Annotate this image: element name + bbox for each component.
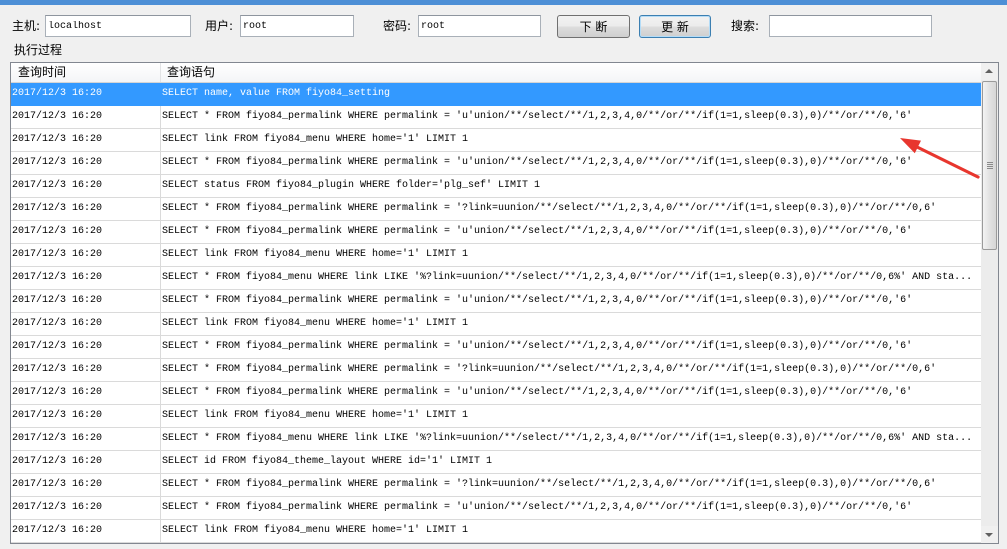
password-label: 密码: <box>383 19 412 33</box>
column-header-query[interactable]: 查询语句 <box>161 63 981 82</box>
query-time-cell: 2017/12/3 16:20 <box>11 267 161 289</box>
window-title-bar[interactable] <box>0 0 1007 5</box>
user-label: 用户: <box>205 19 234 33</box>
query-time-cell: 2017/12/3 16:20 <box>11 221 161 243</box>
query-time-cell: 2017/12/3 16:20 <box>11 152 161 174</box>
query-time-cell: 2017/12/3 16:20 <box>11 382 161 404</box>
query-time-cell: 2017/12/3 16:20 <box>11 405 161 427</box>
query-row[interactable]: 2017/12/3 16:20 SELECT * FROM fiyo84_perm… <box>11 474 981 497</box>
scroll-down-button[interactable] <box>981 526 998 543</box>
user-input[interactable] <box>240 15 354 37</box>
query-text-cell: SELECT * FROM fiyo84_permalink WHERE per… <box>162 387 913 398</box>
break-button[interactable]: 下 断 <box>557 15 630 38</box>
list-header: 查询时间 查询语句 <box>11 63 981 83</box>
query-row[interactable]: 2017/12/3 16:20 SELECT * FROM fiyo84_perm… <box>11 290 981 313</box>
query-time-cell: 2017/12/3 16:20 <box>11 313 161 335</box>
query-row[interactable]: 2017/12/3 16:20 SELECT * FROM fiyo84_perm… <box>11 221 981 244</box>
query-text-cell: SELECT id FROM fiyo84_theme_layout WHERE… <box>162 456 493 467</box>
vertical-scrollbar[interactable] <box>981 63 998 543</box>
host-label: 主机: <box>12 19 41 33</box>
query-row[interactable]: 2017/12/3 16:20 SELECT id FROM fiyo84_the… <box>11 451 981 474</box>
scrollbar-thumb[interactable] <box>982 81 997 250</box>
query-text-cell: SELECT name, value FROM fiyo84_setting <box>162 88 391 99</box>
query-time-cell: 2017/12/3 16:20 <box>11 244 161 266</box>
query-time-cell: 2017/12/3 16:20 <box>11 451 161 473</box>
query-row-selected[interactable]: 2017/12/3 16:20 SELECT name, value FROM f… <box>11 83 981 106</box>
query-time-cell: 2017/12/3 16:20 <box>11 497 161 519</box>
query-row[interactable]: 2017/12/3 16:20 SELECT link FROM fiyo84_m… <box>11 520 981 543</box>
query-text-cell: SELECT * FROM fiyo84_permalink WHERE per… <box>162 295 913 306</box>
query-row[interactable]: 2017/12/3 16:20 SELECT link FROM fiyo84_m… <box>11 405 981 428</box>
query-text-cell: SELECT * FROM fiyo84_menu WHERE link LIK… <box>162 272 973 283</box>
query-row[interactable]: 2017/12/3 16:20 SELECT * FROM fiyo84_menu… <box>11 428 981 451</box>
list-rows: 2017/12/3 16:20 SELECT name, value FROM f… <box>11 83 981 543</box>
update-button[interactable]: 更 新 <box>639 15 711 38</box>
query-time-cell: 2017/12/3 16:20 <box>11 290 161 312</box>
password-input[interactable] <box>418 15 541 37</box>
search-input[interactable] <box>769 15 932 37</box>
column-header-time[interactable]: 查询时间 <box>11 63 161 82</box>
query-time-cell: 2017/12/3 16:20 <box>11 359 161 381</box>
query-text-cell: SELECT * FROM fiyo84_permalink WHERE per… <box>162 111 913 122</box>
query-text-cell: SELECT * FROM fiyo84_permalink WHERE per… <box>162 364 937 375</box>
query-time-cell: 2017/12/3 16:20 <box>11 336 161 358</box>
query-time-cell: 2017/12/3 16:20 <box>11 474 161 496</box>
query-text-cell: SELECT link FROM fiyo84_menu WHERE home=… <box>162 318 469 329</box>
query-time-cell: 2017/12/3 16:20 <box>11 428 161 450</box>
query-row[interactable]: 2017/12/3 16:20 SELECT status FROM fiyo84… <box>11 175 981 198</box>
query-text-cell: SELECT * FROM fiyo84_permalink WHERE per… <box>162 341 913 352</box>
query-text-cell: SELECT link FROM fiyo84_menu WHERE home=… <box>162 525 469 536</box>
query-text-cell: SELECT * FROM fiyo84_permalink WHERE per… <box>162 502 913 513</box>
query-row[interactable]: 2017/12/3 16:20 SELECT * FROM fiyo84_perm… <box>11 336 981 359</box>
scroll-up-button[interactable] <box>981 63 998 80</box>
query-text-cell: SELECT link FROM fiyo84_menu WHERE home=… <box>162 249 469 260</box>
query-row[interactable]: 2017/12/3 16:20 SELECT * FROM fiyo84_perm… <box>11 198 981 221</box>
query-time-cell: 2017/12/3 16:20 <box>11 198 161 220</box>
query-row[interactable]: 2017/12/3 16:20 SELECT link FROM fiyo84_m… <box>11 244 981 267</box>
query-time-cell: 2017/12/3 16:20 <box>11 175 161 197</box>
query-text-cell: SELECT * FROM fiyo84_permalink WHERE per… <box>162 479 937 490</box>
query-time-cell: 2017/12/3 16:20 <box>11 83 161 105</box>
query-row[interactable]: 2017/12/3 16:20 SELECT * FROM fiyo84_perm… <box>11 359 981 382</box>
search-label: 搜索: <box>731 19 760 33</box>
query-text-cell: SELECT * FROM fiyo84_permalink WHERE per… <box>162 226 913 237</box>
query-text-cell: SELECT * FROM fiyo84_permalink WHERE per… <box>162 157 913 168</box>
query-text-cell: SELECT status FROM fiyo84_plugin WHERE f… <box>162 180 541 191</box>
query-time-cell: 2017/12/3 16:20 <box>11 106 161 128</box>
query-text-cell: SELECT * FROM fiyo84_menu WHERE link LIK… <box>162 433 973 444</box>
chevron-up-icon <box>985 69 993 73</box>
query-row[interactable]: 2017/12/3 16:20 SELECT link FROM fiyo84_m… <box>11 313 981 336</box>
query-list[interactable]: 查询时间 查询语句 2017/12/3 16:20 SELECT name, va… <box>10 62 999 544</box>
chevron-down-icon <box>985 533 993 537</box>
group-label-execution: 执行过程 <box>14 43 63 57</box>
query-row[interactable]: 2017/12/3 16:20 SELECT * FROM fiyo84_perm… <box>11 497 981 520</box>
query-row[interactable]: 2017/12/3 16:20 SELECT * FROM fiyo84_menu… <box>11 267 981 290</box>
query-text-cell: SELECT link FROM fiyo84_menu WHERE home=… <box>162 134 469 145</box>
query-text-cell: SELECT link FROM fiyo84_menu WHERE home=… <box>162 410 469 421</box>
query-row[interactable]: 2017/12/3 16:20 SELECT * FROM fiyo84_perm… <box>11 152 981 175</box>
query-text-cell: SELECT * FROM fiyo84_permalink WHERE per… <box>162 203 937 214</box>
query-row[interactable]: 2017/12/3 16:20 SELECT * FROM fiyo84_perm… <box>11 106 981 129</box>
query-row[interactable]: 2017/12/3 16:20 SELECT * FROM fiyo84_perm… <box>11 382 981 405</box>
query-row[interactable]: 2017/12/3 16:20 SELECT link FROM fiyo84_m… <box>11 129 981 152</box>
query-time-cell: 2017/12/3 16:20 <box>11 129 161 151</box>
query-time-cell: 2017/12/3 16:20 <box>11 520 161 542</box>
host-input[interactable] <box>45 15 191 37</box>
